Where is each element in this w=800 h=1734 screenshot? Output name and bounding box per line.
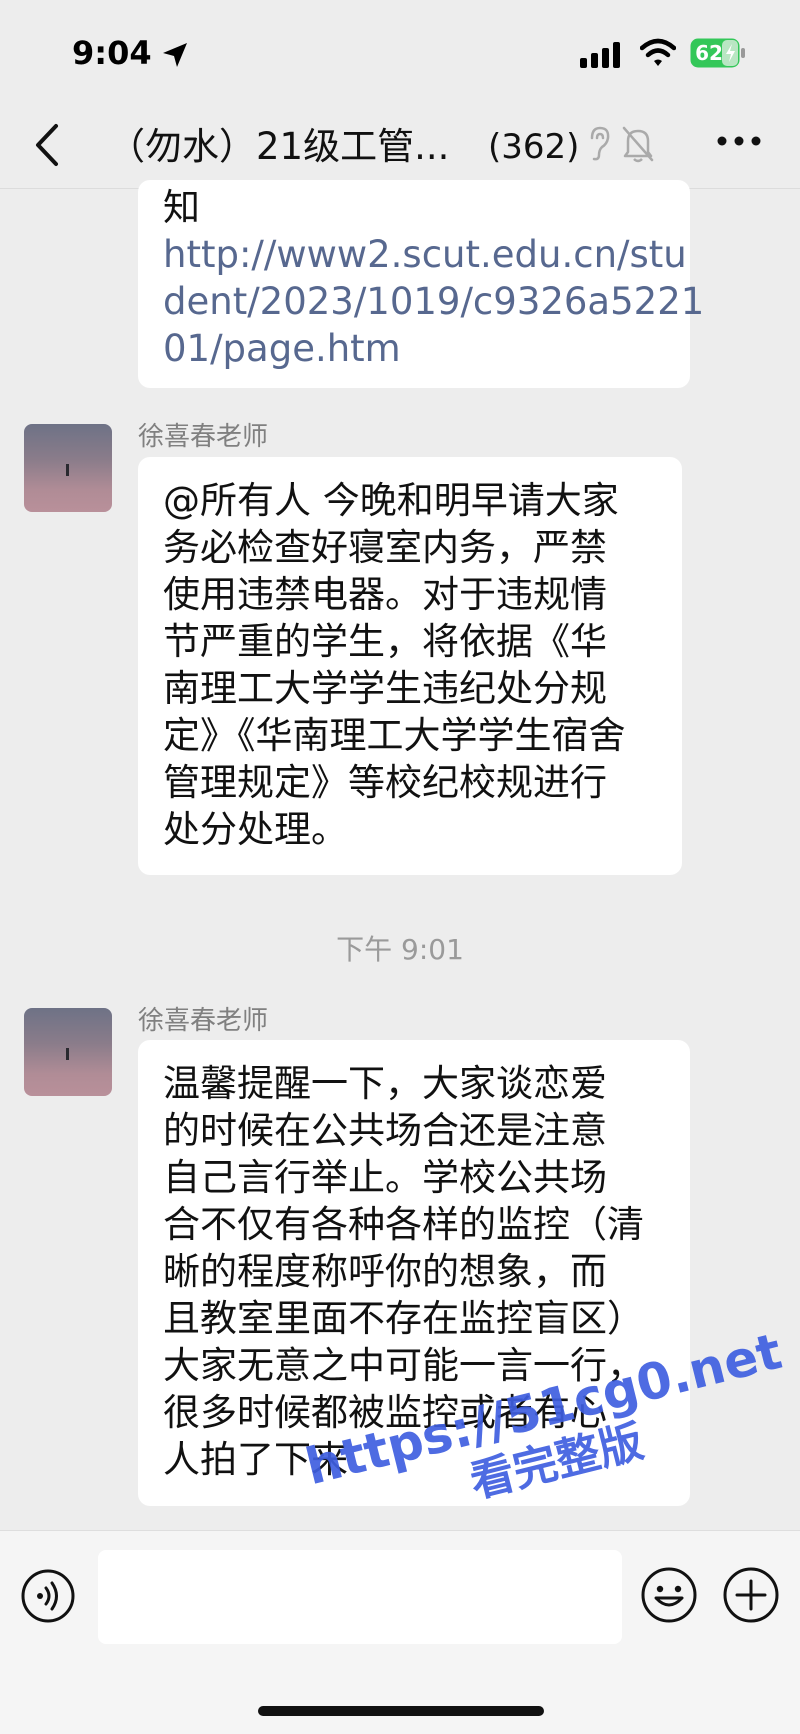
message-line: 知 (163, 186, 200, 229)
location-arrow-icon (163, 43, 187, 67)
message-line: 节严重的学生，将依据《华 (163, 620, 607, 663)
sender-name: 徐喜春老师 (138, 422, 269, 452)
chat-title[interactable]: （勿水）21级工管... (108, 122, 478, 172)
back-arrow-icon[interactable] (30, 122, 64, 168)
message-line: 的时候在公共场合还是注意 (163, 1109, 607, 1152)
emoji-icon[interactable] (640, 1566, 698, 1624)
status-time: 9:04 (72, 34, 152, 72)
signal-icon (580, 42, 620, 68)
message-link-line[interactable]: 01/page.htm (163, 325, 704, 372)
avatar[interactable] (24, 424, 112, 512)
message-timestamp: 下午 9:01 (336, 933, 464, 966)
member-count: (362) (488, 127, 580, 167)
home-indicator (258, 1706, 544, 1716)
battery-percent: 62 (695, 41, 723, 65)
message-line: 合不仅有各种各样的监控（清 (163, 1203, 644, 1246)
message-link-line[interactable]: dent/2023/1019/c9326a5221 (163, 278, 704, 325)
message-link-line[interactable]: http://www2.scut.edu.cn/stu (163, 231, 704, 278)
message-line: 自己言行举止。学校公共场 (163, 1156, 607, 1199)
sender-name: 徐喜春老师 (138, 1006, 269, 1036)
message-line: 晰的程度称呼你的想象，而 (163, 1250, 607, 1293)
message-bubble[interactable]: @所有人 今晚和明早请大家 务必检查好寝室内务，严禁 使用违禁电器。对于违规情 … (138, 457, 682, 875)
message-text: 知 http://www2.scut.edu.cn/stu dent/2023/… (163, 184, 704, 372)
voice-icon[interactable] (20, 1568, 76, 1624)
mute-bell-icon (622, 126, 654, 163)
message-line: 南理工大学学生违纪处分规 (163, 667, 607, 710)
more-icon[interactable] (716, 134, 762, 148)
message-text: @所有人 今晚和明早请大家 务必检查好寝室内务，严禁 使用违禁电器。对于违规情 … (163, 477, 626, 853)
message-input[interactable] (98, 1550, 622, 1644)
message-bubble[interactable]: 知 http://www2.scut.edu.cn/stu dent/2023/… (138, 180, 704, 388)
message-line: 定》《华南理工大学学生宿舍 (163, 714, 626, 757)
message-line: 且教室里面不存在监控盲区） (163, 1297, 644, 1340)
plus-icon[interactable] (722, 1566, 780, 1624)
message-line: 管理规定》等校纪校规进行 (163, 761, 607, 804)
message-line: 务必检查好寝室内务，严禁 (163, 526, 607, 569)
message-line: 温馨提醒一下，大家谈恋爱 (163, 1062, 607, 1105)
message-line: @所有人 今晚和明早请大家 (163, 479, 619, 522)
ear-icon (590, 126, 610, 161)
avatar[interactable] (24, 1008, 112, 1096)
message-line: 处分处理。 (163, 808, 348, 851)
wifi-icon (640, 38, 676, 66)
message-line: 使用违禁电器。对于违规情 (163, 573, 607, 616)
